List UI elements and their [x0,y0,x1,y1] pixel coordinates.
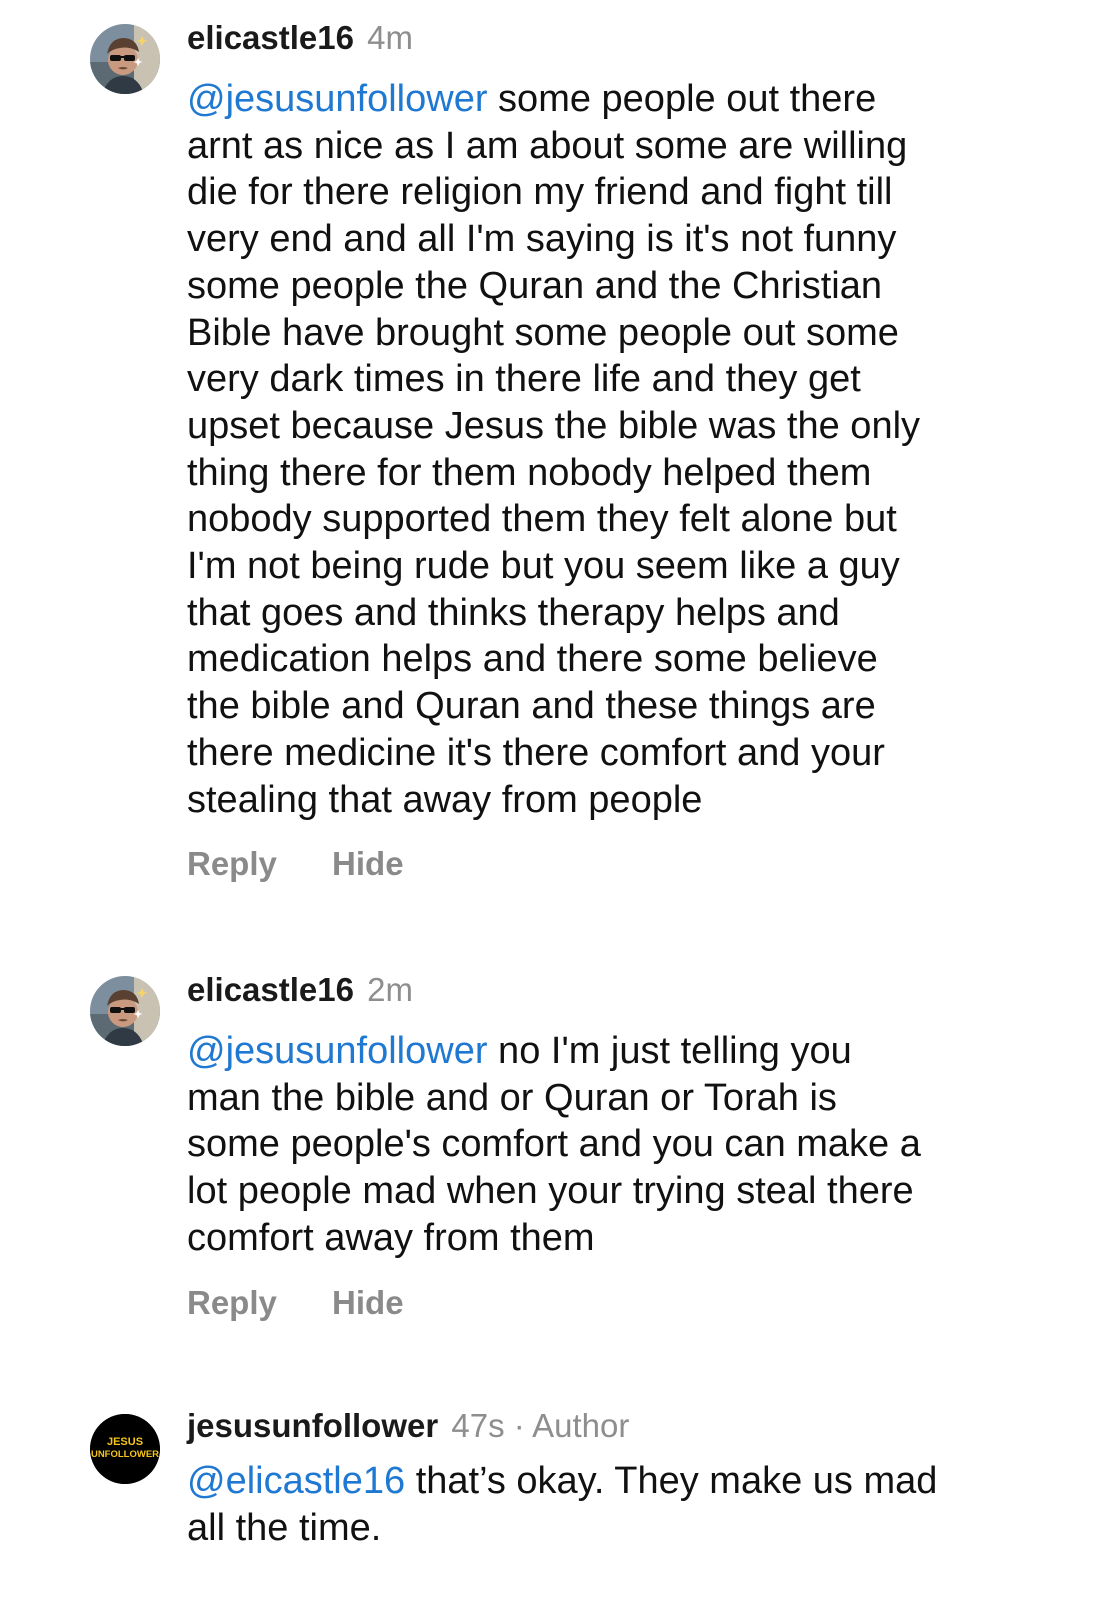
reply-button[interactable]: Reply [187,845,277,883]
comment-timestamp: 47s [451,1407,505,1444]
user-avatar[interactable] [90,976,160,1046]
comment-username[interactable]: jesusunfollower [187,1407,438,1444]
comment-username[interactable]: elicastle16 [187,971,354,1008]
comment-username[interactable]: elicastle16 [187,19,354,56]
jesus-unfollower-logo-icon: JESUS UNFOLLOWER [90,1414,160,1484]
comment-timestamp: 2m [367,971,413,1008]
mention-link[interactable]: @jesusunfollower [187,1030,488,1072]
comment-actions: Reply Hide [187,1284,1027,1322]
hide-button[interactable]: Hide [332,845,404,883]
comment-meta: jesusunfollower 47s · Author [187,1406,1027,1446]
mention-link[interactable]: @jesusunfollower [187,78,488,120]
reply-button[interactable]: Reply [187,1284,277,1322]
author-badge: Author [532,1407,630,1444]
comment-body: some people out there arnt as nice as I … [187,78,921,821]
comment-meta: elicastle16 4m [187,18,1027,58]
profile-photo-icon [90,976,160,1046]
user-avatar[interactable] [90,24,160,94]
meta-separator: · [513,1407,525,1444]
author-avatar[interactable]: JESUS UNFOLLOWER [90,1414,160,1484]
comment-meta: elicastle16 2m [187,970,1027,1010]
comment-text: @elicastle16 that’s okay. They make us m… [187,1458,1027,1551]
comment-text: @jesusunfollower no I'm just telling you… [187,1028,1027,1262]
comment-actions: Reply Hide [187,845,1027,883]
logo-text-line1: JESUS [107,1436,143,1448]
profile-photo-icon [90,24,160,94]
logo-text-line2: UNFOLLOWER [91,1449,159,1460]
comment-timestamp: 4m [367,19,413,56]
hide-button[interactable]: Hide [332,1284,404,1322]
mention-link[interactable]: @elicastle16 [187,1460,405,1502]
comment-text: @jesusunfollower some people out there a… [187,76,1027,823]
